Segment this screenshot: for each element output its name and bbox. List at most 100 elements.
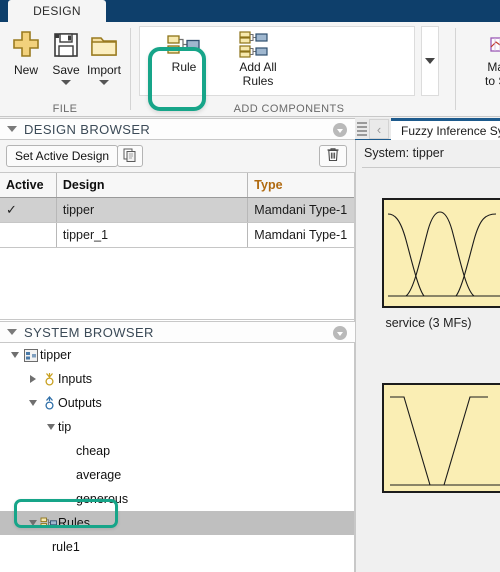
save-dropdown-caret-icon[interactable] bbox=[61, 80, 71, 85]
mf-plot-service-caption: service (3 MFs) bbox=[385, 316, 472, 330]
output-port-icon bbox=[40, 395, 58, 411]
mf-plot-secondary[interactable] bbox=[382, 383, 500, 493]
chevron-left-icon[interactable]: ‹ bbox=[369, 119, 389, 139]
design-browser-header: DESIGN BROWSER bbox=[0, 118, 355, 140]
import-dropdown-caret-icon[interactable] bbox=[99, 80, 109, 85]
design-browser-options-icon[interactable] bbox=[333, 123, 347, 137]
system-browser-header: SYSTEM BROWSER bbox=[0, 321, 355, 343]
ribbon-overflow-button[interactable] bbox=[421, 26, 439, 96]
tree-item-label: tip bbox=[58, 420, 72, 434]
input-port-icon bbox=[40, 372, 58, 387]
tree-item-tipper[interactable]: tipper bbox=[0, 343, 354, 367]
document-tab-label: Fuzzy Inference System bbox=[401, 123, 500, 138]
document-tab-bar: ‹ Fuzzy Inference System bbox=[355, 118, 500, 140]
row-active-cell bbox=[0, 223, 57, 247]
twisty-right-icon[interactable] bbox=[26, 375, 40, 383]
system-browser-panel: SYSTEM BROWSER tipper Inputs Outputs tip… bbox=[0, 321, 355, 572]
tree-item-average[interactable]: average bbox=[0, 463, 354, 487]
system-name-label: System: tipper bbox=[364, 146, 444, 160]
chevron-down-icon bbox=[425, 58, 435, 64]
set-active-design-button[interactable]: Set Active Design bbox=[6, 145, 119, 167]
import-folder-icon bbox=[89, 26, 119, 60]
new-button[interactable]: New bbox=[4, 26, 48, 77]
tab-fuzzy-inference-system[interactable]: Fuzzy Inference System bbox=[391, 118, 500, 140]
tree-item-label: tipper bbox=[40, 348, 72, 362]
new-plus-icon bbox=[10, 26, 42, 60]
rule-icon bbox=[166, 30, 202, 60]
design-browser-table: Active Design Type ✓ tipper Mamdani Type… bbox=[0, 173, 355, 321]
tree-item-label: Inputs bbox=[58, 372, 93, 386]
add-all-rules-button[interactable]: Add All Rules bbox=[226, 30, 290, 88]
system-browser-title: SYSTEM BROWSER bbox=[24, 324, 154, 340]
row-design-cell: tipper bbox=[57, 198, 249, 222]
tree-item-rules[interactable]: Rules bbox=[0, 511, 354, 535]
ribbon-group-manage-truncated: Man to Su bbox=[460, 22, 500, 117]
row-design-cell: tipper_1 bbox=[57, 223, 249, 247]
tree-item-outputs[interactable]: Outputs bbox=[0, 391, 354, 415]
rule-button-label: Rule bbox=[171, 60, 197, 74]
tree-item-cheap[interactable]: cheap bbox=[0, 439, 354, 463]
save-floppy-icon bbox=[51, 26, 81, 60]
copy-design-button[interactable] bbox=[117, 145, 143, 167]
new-button-label: New bbox=[13, 63, 38, 77]
tree-item-inputs[interactable]: Inputs bbox=[0, 367, 354, 391]
copy-icon bbox=[123, 148, 137, 165]
manage-to-surface-label-line2: to Su bbox=[484, 74, 500, 88]
twisty-down-icon[interactable] bbox=[26, 520, 40, 526]
design-browser-collapse-icon[interactable] bbox=[0, 126, 24, 132]
drag-grip-icon[interactable] bbox=[357, 121, 367, 137]
system-browser-collapse-icon[interactable] bbox=[0, 329, 24, 335]
mf-plot-service[interactable] bbox=[382, 198, 500, 308]
tree-item-label: cheap bbox=[76, 444, 111, 458]
tree-item-rule1[interactable]: rule1 bbox=[0, 535, 354, 559]
ribbon-group-add-components: Rule Add All Rules ADD COMPONENTS bbox=[131, 22, 455, 117]
tree-item-label: rule1 bbox=[52, 540, 80, 554]
ribbon-group-add-components-label: ADD COMPONENTS bbox=[233, 103, 345, 115]
system-label-divider bbox=[362, 167, 500, 168]
import-button[interactable]: Import bbox=[82, 26, 126, 85]
twisty-down-icon[interactable] bbox=[8, 352, 22, 358]
app-root: DESIGN New Save Import FILE Rule Add All… bbox=[0, 0, 500, 572]
manage-to-surface-label-line1: Man bbox=[487, 60, 500, 74]
design-table-empty-area bbox=[0, 248, 354, 320]
twisty-down-icon[interactable] bbox=[26, 400, 40, 406]
design-table-header-row: Active Design Type bbox=[0, 173, 354, 198]
tree-item-label: Outputs bbox=[58, 396, 102, 410]
save-button-label: Save bbox=[52, 63, 80, 77]
column-header-design[interactable]: Design bbox=[57, 173, 249, 197]
table-row[interactable]: tipper_1 Mamdani Type-1 bbox=[0, 223, 354, 248]
trash-icon bbox=[326, 147, 340, 165]
tree-item-label: Rules bbox=[58, 516, 90, 530]
tree-item-label: generous bbox=[76, 492, 129, 506]
set-active-design-label: Set Active Design bbox=[15, 149, 110, 163]
design-browser-title: DESIGN BROWSER bbox=[24, 121, 151, 137]
column-header-type[interactable]: Type bbox=[248, 173, 354, 197]
tree-item-tip[interactable]: tip bbox=[0, 415, 354, 439]
row-active-cell: ✓ bbox=[0, 198, 57, 222]
add-all-rules-button-label-line2: Rules bbox=[242, 74, 274, 88]
rule-icon bbox=[40, 517, 58, 529]
table-row[interactable]: ✓ tipper Mamdani Type-1 bbox=[0, 198, 354, 223]
tree-item-generous[interactable]: generous bbox=[0, 487, 354, 511]
rule-button[interactable]: Rule bbox=[152, 30, 216, 74]
add-all-rules-icon bbox=[238, 30, 278, 60]
tree-item-label: average bbox=[76, 468, 122, 482]
system-browser-options-icon[interactable] bbox=[333, 326, 347, 340]
manage-to-surface-button[interactable]: Man to Su bbox=[474, 30, 500, 88]
tab-design[interactable]: DESIGN bbox=[8, 0, 106, 22]
system-browser-tree: tipper Inputs Outputs tip cheap average … bbox=[0, 343, 355, 572]
ribbon-divider-2 bbox=[455, 28, 456, 110]
delete-design-button[interactable] bbox=[319, 145, 347, 167]
chart-icon bbox=[489, 30, 500, 60]
fis-system-icon bbox=[22, 348, 40, 362]
design-browser-panel: DESIGN BROWSER Set Active Design Active … bbox=[0, 118, 355, 321]
window-tab-strip: DESIGN bbox=[0, 0, 500, 22]
ribbon-toolbar: New Save Import FILE Rule Add All Rules … bbox=[0, 22, 500, 117]
design-browser-toolbar: Set Active Design bbox=[0, 140, 355, 173]
twisty-down-icon[interactable] bbox=[44, 424, 58, 430]
tab-design-label: DESIGN bbox=[33, 4, 81, 18]
import-button-label: Import bbox=[86, 63, 121, 77]
row-type-cell: Mamdani Type-1 bbox=[254, 203, 348, 217]
row-type-cell: Mamdani Type-1 bbox=[254, 228, 348, 242]
column-header-active[interactable]: Active bbox=[0, 173, 57, 197]
